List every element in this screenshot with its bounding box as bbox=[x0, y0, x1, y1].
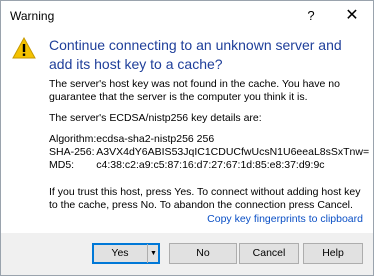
yes-button-label[interactable]: Yes bbox=[93, 244, 147, 263]
warning-dialog: Warning ? ✕ Continue connecting to an un… bbox=[0, 0, 374, 276]
detail-value: ecdsa-sha2-nistp256 256 bbox=[96, 133, 215, 145]
title-bar: Warning ? ✕ bbox=[1, 1, 373, 30]
close-button[interactable]: ✕ bbox=[331, 1, 373, 30]
detail-label: SHA-256: bbox=[49, 146, 95, 158]
detail-label: MD5: bbox=[49, 159, 75, 171]
copy-fingerprints-link[interactable]: Copy key fingerprints to clipboard bbox=[207, 213, 363, 225]
yes-split-button[interactable]: Yes ▼ bbox=[92, 243, 160, 264]
detail-value: c4:38:c2:a9:c5:87:16:d7:27:67:1d:85:e8:3… bbox=[96, 159, 325, 171]
key-details-heading: The server's ECDSA/nistp256 key details … bbox=[49, 112, 262, 124]
cancel-button[interactable]: Cancel bbox=[239, 243, 299, 264]
detail-value: A3VX4dY6ABIS53JqIC1CDUCfwUcsN1U6eeaL8sSx… bbox=[96, 146, 370, 158]
key-detail-row-algorithm: Algorithm: ecdsa-sha2-nistp256 256 bbox=[49, 133, 369, 146]
detail-label: Algorithm: bbox=[49, 133, 97, 145]
no-button[interactable]: No bbox=[169, 243, 237, 264]
key-detail-row-md5: MD5: c4:38:c2:a9:c5:87:16:d7:27:67:1d:85… bbox=[49, 159, 369, 172]
button-bar: Yes ▼ No Cancel Help bbox=[1, 233, 373, 275]
dialog-content: Continue connecting to an unknown server… bbox=[1, 30, 373, 233]
dropdown-arrow-icon[interactable]: ▼ bbox=[147, 244, 159, 263]
main-instruction: Continue connecting to an unknown server… bbox=[49, 37, 342, 72]
host-key-warning-text: The server's host key was not found in t… bbox=[49, 78, 340, 103]
help-title-button[interactable]: ? bbox=[291, 1, 331, 30]
window-title: Warning bbox=[10, 9, 55, 23]
key-detail-row-sha256: SHA-256: A3VX4dY6ABIS53JqIC1CDUCfwUcsN1U… bbox=[49, 146, 369, 159]
help-button[interactable]: Help bbox=[303, 243, 363, 264]
key-details-table: Algorithm: ecdsa-sha2-nistp256 256 SHA-2… bbox=[49, 133, 369, 172]
warning-triangle-icon bbox=[12, 37, 36, 59]
instructions-text: If you trust this host, press Yes. To co… bbox=[49, 186, 361, 211]
